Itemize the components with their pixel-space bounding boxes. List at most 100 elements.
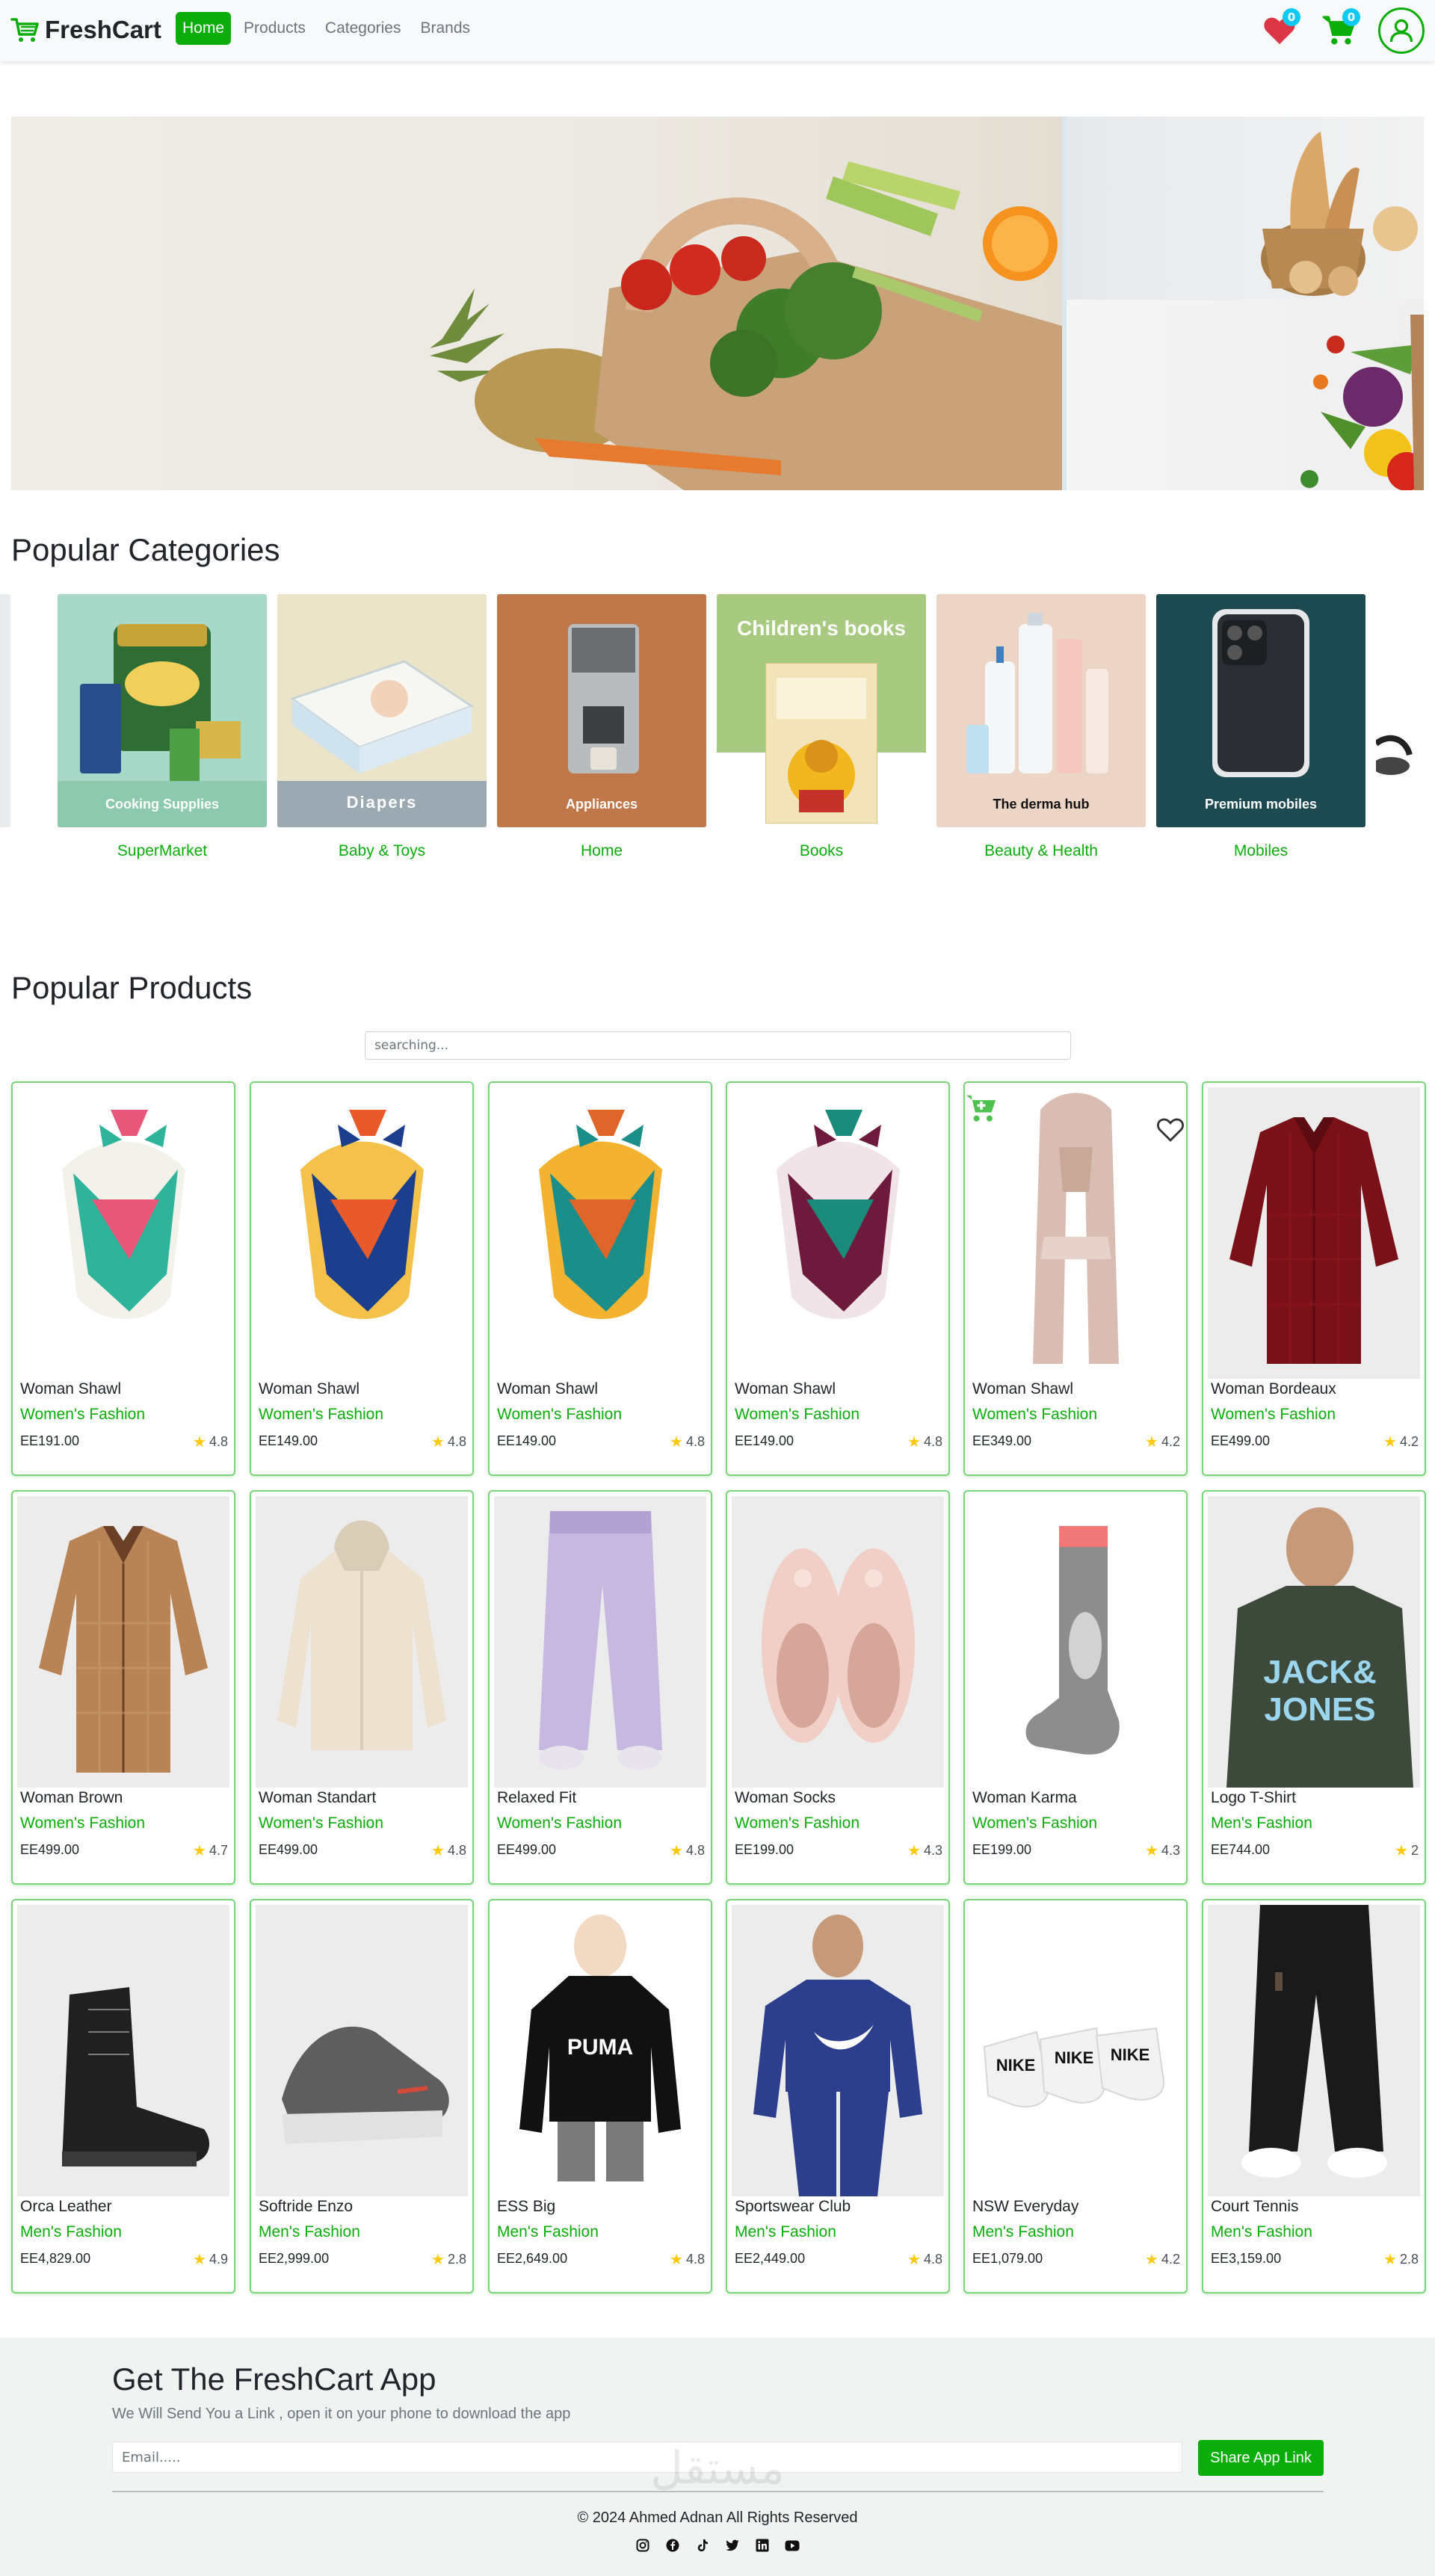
product-card[interactable]: Woman Brown Women's Fashion EE499.00 ★ 4… [11,1490,235,1885]
add-to-wishlist-icon[interactable] [1156,1117,1185,1146]
product-title[interactable]: Woman Shawl [259,1380,359,1398]
category-name[interactable]: SuperMarket [58,842,267,860]
product-title[interactable]: Court Tennis [1211,2198,1299,2216]
product-title[interactable]: Woman Bordeaux [1211,1380,1336,1398]
product-image[interactable] [17,1496,229,1788]
product-title[interactable]: Orca Leather [20,2198,112,2216]
twitter-icon[interactable] [724,2537,741,2554]
product-title[interactable]: NSW Everyday [972,2198,1078,2216]
product-title[interactable]: Softride Enzo [259,2198,353,2216]
category-card-beauty-health[interactable]: The derma hub Beauty & Health [936,594,1146,860]
product-title[interactable]: Woman Brown [20,1789,123,1807]
product-card[interactable]: Woman Shawl Women's Fashion EE149.00 ★ 4… [726,1081,950,1476]
product-title[interactable]: Woman Shawl [497,1380,598,1398]
product-rating: ★ 4.3 [907,1841,942,1860]
hero-slider[interactable] [11,117,1424,490]
product-image[interactable] [732,1496,944,1788]
product-card[interactable]: Woman Shawl Women's Fashion EE149.00 ★ 4… [250,1081,474,1476]
cart-button[interactable]: 0 [1318,8,1360,52]
product-card[interactable]: Woman Shawl Women's Fashion EE191.00 ★ 4… [11,1081,235,1476]
product-card[interactable]: Sportswear Club Men's Fashion EE2,449.00… [726,1899,950,2294]
product-image[interactable] [17,1087,229,1379]
rating-value: 4.2 [1161,2252,1180,2267]
product-card[interactable]: Woman Bordeaux Women's Fashion EE499.00 … [1202,1081,1426,1476]
product-title[interactable]: Woman Shawl [735,1380,836,1398]
product-image[interactable] [256,1496,468,1788]
facebook-icon[interactable] [664,2537,681,2554]
product-card[interactable]: Woman Shawl Women's Fashion EE349.00 ★ 4… [963,1081,1188,1476]
product-card[interactable]: Woman Standart Women's Fashion EE499.00 … [250,1490,474,1885]
category-card-mobiles[interactable]: Premium mobiles Mobiles [1156,594,1365,860]
product-card[interactable]: JACK& JONES Logo T-Shirt Men's Fashion E… [1202,1490,1426,1885]
instagram-icon[interactable] [635,2537,651,2554]
product-title[interactable]: ESS Big [497,2198,555,2216]
product-image[interactable] [732,1905,944,2196]
nav-link-home[interactable]: Home [176,12,232,45]
product-card[interactable]: Softride Enzo Men's Fashion EE2,999.00 ★… [250,1899,474,2294]
category-name[interactable]: Beauty & Health [936,842,1146,860]
product-price: EE2,999.00 [259,2251,330,2266]
product-title[interactable]: Logo T-Shirt [1211,1789,1296,1807]
product-image[interactable] [256,1087,468,1379]
product-card[interactable]: NIKE NIKE NIKE NSW Everyday Men's Fashio… [963,1899,1188,2294]
category-name[interactable]: Baby & Toys [277,842,487,860]
star-icon: ★ [670,2252,683,2268]
product-card[interactable]: Woman Socks Women's Fashion EE199.00 ★ 4… [726,1490,950,1885]
category-card-partial[interactable] [1376,594,1435,827]
category-card-books[interactable]: Children's books Books [717,594,926,860]
product-title[interactable]: Woman Standart [259,1789,376,1807]
product-category: Men's Fashion [497,2223,599,2240]
product-card[interactable]: Woman Shawl Women's Fashion EE149.00 ★ 4… [488,1081,712,1476]
product-image[interactable]: JACK& JONES [1208,1496,1420,1788]
product-title[interactable]: Woman Shawl [20,1380,121,1398]
category-image-label: The derma hub [993,797,1090,812]
product-card[interactable]: Court Tennis Men's Fashion EE3,159.00 ★ … [1202,1899,1426,2294]
nav-link-brands[interactable]: Brands [413,12,477,45]
product-category: Men's Fashion [1211,1814,1312,1832]
product-image[interactable]: PUMA [494,1905,706,2196]
product-title[interactable]: Relaxed Fit [497,1789,576,1807]
product-card[interactable]: Woman Karma Women's Fashion EE199.00 ★ 4… [963,1490,1188,1885]
product-image[interactable] [494,1087,706,1379]
product-image[interactable] [732,1087,944,1379]
share-app-link-button[interactable]: Share App Link [1198,2440,1324,2476]
category-name[interactable]: Books [717,842,926,860]
product-category: Men's Fashion [20,2223,122,2240]
wishlist-button[interactable]: 0 [1259,8,1300,52]
youtube-icon[interactable] [784,2537,800,2554]
rating-value: 4.3 [923,1843,942,1858]
product-image[interactable] [1208,1087,1420,1379]
product-title[interactable]: Woman Socks [735,1789,836,1807]
brand-logo[interactable]: FreshCart [10,15,161,45]
product-card[interactable]: Orca Leather Men's Fashion EE4,829.00 ★ … [11,1899,235,2294]
category-card-supermarket[interactable]: Cooking Supplies SuperMarket [58,594,267,860]
product-card[interactable]: PUMA ESS Big Men's Fashion EE2,649.00 ★ … [488,1899,712,2294]
category-card-partial[interactable] [0,594,10,827]
product-image[interactable] [494,1496,706,1788]
category-name[interactable]: Home [497,842,706,860]
linkedin-icon[interactable] [754,2537,771,2554]
category-name[interactable]: Mobiles [1156,842,1365,860]
product-image[interactable] [969,1087,1182,1379]
product-title[interactable]: Woman Karma [972,1789,1077,1807]
categories-carousel[interactable]: Cooking Supplies SuperMarket Diapers Bab… [0,594,1435,863]
social-links [0,2537,1435,2554]
product-card[interactable]: Relaxed Fit Women's Fashion EE499.00 ★ 4… [488,1490,712,1885]
user-account-button[interactable] [1378,7,1425,54]
nav-link-categories[interactable]: Categories [318,12,408,45]
product-search-input[interactable] [365,1031,1071,1060]
star-icon: ★ [1383,2252,1397,2268]
product-image[interactable] [17,1905,229,2196]
product-image-art [777,1110,900,1319]
category-card-baby-toys[interactable]: Diapers Baby & Toys [277,594,487,860]
nav-link-products[interactable]: Products [237,12,312,45]
tiktok-icon[interactable] [694,2537,711,2554]
product-image[interactable] [969,1496,1182,1788]
add-to-cart-icon[interactable] [965,1093,998,1126]
product-image[interactable] [256,1905,468,2196]
product-title[interactable]: Woman Shawl [972,1380,1073,1398]
product-title[interactable]: Sportswear Club [735,2198,851,2216]
product-image[interactable]: NIKE NIKE NIKE [969,1905,1182,2196]
category-card-home[interactable]: Appliances Home [497,594,706,860]
product-image[interactable] [1208,1905,1420,2196]
